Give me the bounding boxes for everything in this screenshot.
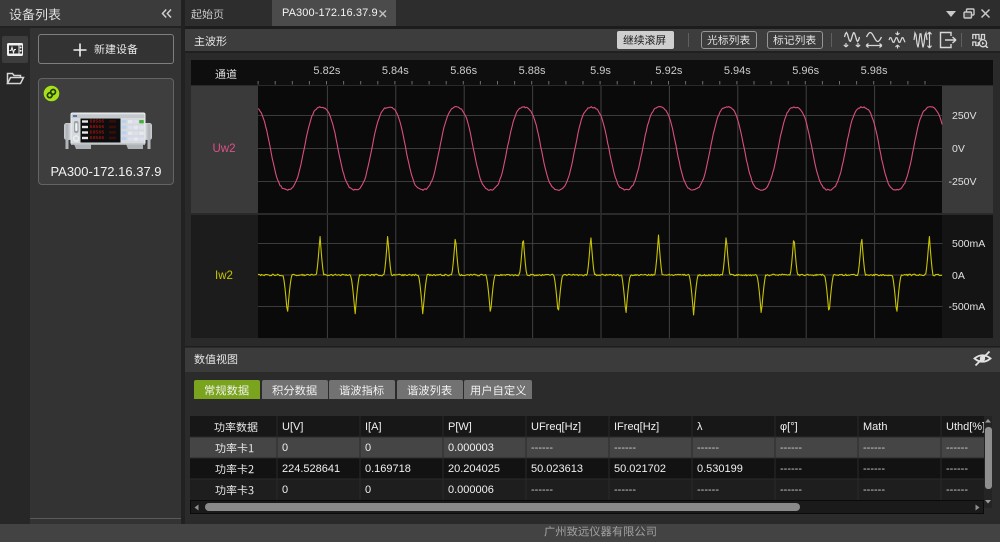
svg-text:68586: 68586 <box>90 130 105 136</box>
svg-text:68586: 68586 <box>90 119 105 125</box>
svg-text:68586: 68586 <box>90 124 105 130</box>
svg-text:68586: 68586 <box>90 135 105 141</box>
